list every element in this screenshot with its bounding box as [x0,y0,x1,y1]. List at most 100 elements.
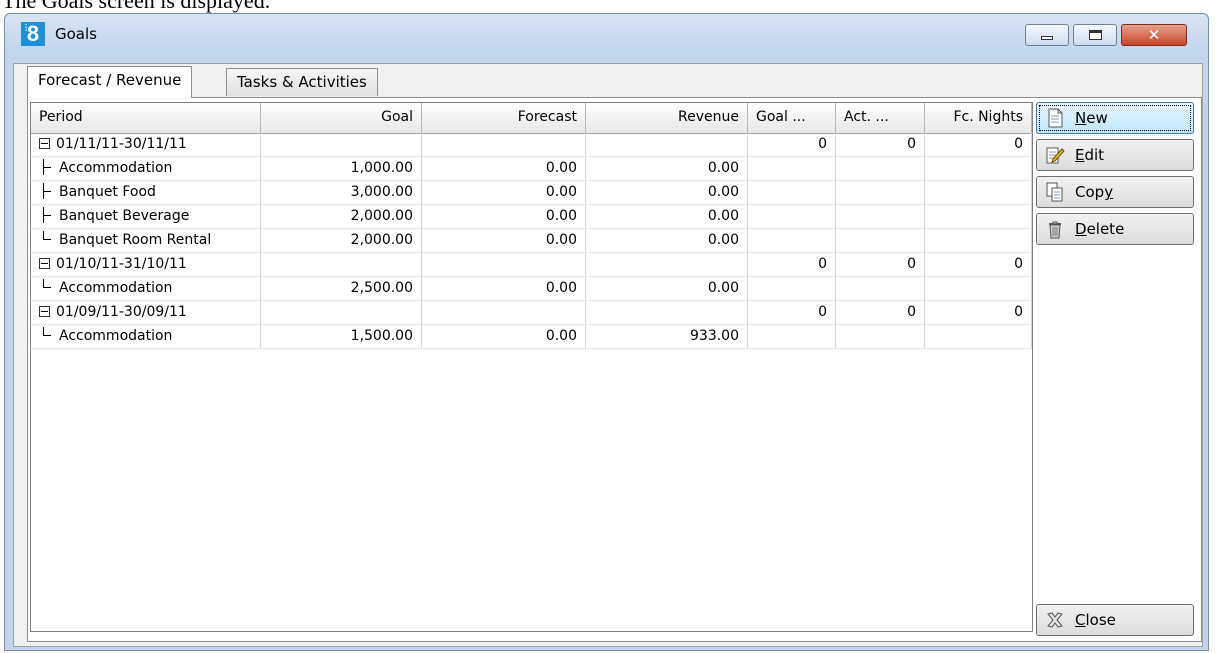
goal-cell: 2,000.00 [261,205,422,229]
edit-button[interactable]: Edit [1036,139,1194,171]
revenue-cell: 0.00 [586,181,748,205]
goal-cell-text: 3,000.00 [350,184,413,200]
table-row[interactable]: Banquet Room Rental 2,000.00 0.00 0.00 [31,229,1032,253]
close-button[interactable]: Close [1036,604,1194,636]
goal-nights-cell: 0 [748,301,836,325]
period-cell-text: Banquet Room Rental [59,232,212,248]
caption-text: The Goals screen is displayed. [2,0,271,13]
actual-cell [836,277,925,301]
actual-cell: 0 [836,133,925,157]
goal-cell [261,301,422,325]
group-row[interactable]: 01/11/11-30/11/11 0 0 0 [31,133,1032,157]
table-row[interactable]: Banquet Food 3,000.00 0.00 0.00 [31,181,1032,205]
goal-nights-cell-text: 0 [818,136,827,152]
column-header-period[interactable]: Period [31,103,261,133]
revenue-cell [586,301,748,325]
collapse-icon[interactable] [39,138,50,149]
forecast-cell: 0.00 [422,157,586,181]
tree-line-icon [41,159,53,175]
new-button[interactable]: New [1036,102,1194,134]
fc-nights-cell [925,157,1032,181]
window-close-button[interactable]: ✕ [1121,24,1187,46]
tree-line-icon [41,207,53,223]
close-x-icon: ✕ [1147,26,1161,44]
table-row[interactable]: Accommodation 1,500.00 0.00 933.00 [31,325,1032,349]
revenue-cell-text: 0.00 [707,184,739,200]
column-header-revenue[interactable]: Revenue [586,103,748,133]
close-x-icon [1047,612,1063,628]
fc-nights-cell [925,229,1032,253]
period-cell-text: Banquet Food [59,184,156,200]
goal-nights-cell [748,229,836,253]
title-bar[interactable]: ⋮ 8 Goals ✕ [5,14,1208,54]
revenue-cell: 0.00 [586,157,748,181]
column-header-goal[interactable]: Goal [261,103,422,133]
actual-cell: 0 [836,301,925,325]
new-button-label: ew [1086,109,1108,127]
forecast-cell: 0.00 [422,205,586,229]
fc-nights-cell-text: 0 [1014,256,1023,272]
forecast-cell [422,253,586,277]
column-header-forecast[interactable]: Forecast [422,103,586,133]
goal-cell: 1,500.00 [261,325,422,349]
period-cell: Accommodation [31,157,261,181]
actual-cell [836,181,925,205]
goal-cell [261,133,422,157]
forecast-cell: 0.00 [422,277,586,301]
table-row[interactable]: Banquet Beverage 2,000.00 0.00 0.00 [31,205,1032,229]
copy-icon [1046,182,1063,202]
collapse-icon[interactable] [39,306,50,317]
minimize-button[interactable] [1025,24,1069,46]
revenue-cell [586,133,748,157]
actual-cell: 0 [836,253,925,277]
goal-nights-cell [748,157,836,181]
goal-nights-cell [748,277,836,301]
content-panel: Forecast / Revenue Tasks & Activities Pe… [13,63,1203,647]
goals-window: ⋮ 8 Goals ✕ Forecast / Revenue Tasks & Ac… [4,13,1209,651]
forecast-cell-text: 0.00 [545,208,577,224]
tab-tasks-activities[interactable]: Tasks & Activities [226,68,378,96]
actual-cell [836,325,925,349]
copy-button[interactable]: Copy [1036,176,1194,208]
document-icon [1048,108,1063,128]
goal-cell [261,253,422,277]
goals-grid[interactable]: Period Goal Forecast Revenue Goal ... Ac… [30,102,1033,632]
goal-cell: 3,000.00 [261,181,422,205]
column-header-goal-nights[interactable]: Goal ... [748,103,836,133]
table-row[interactable]: Accommodation 1,000.00 0.00 0.00 [31,157,1032,181]
period-cell: 01/11/11-30/11/11 [31,133,261,157]
fc-nights-cell-text: 0 [1014,304,1023,320]
forecast-cell [422,133,586,157]
maximize-button[interactable] [1073,24,1117,46]
fc-nights-cell [925,205,1032,229]
tab-forecast-revenue[interactable]: Forecast / Revenue [27,66,193,98]
group-row[interactable]: 01/10/11-31/10/11 0 0 0 [31,253,1032,277]
grid-header: Period Goal Forecast Revenue Goal ... Ac… [31,103,1032,134]
group-row[interactable]: 01/09/11-30/09/11 0 0 0 [31,301,1032,325]
goal-cell: 1,000.00 [261,157,422,181]
period-cell-text: Banquet Beverage [59,208,190,224]
goal-nights-cell-text: 0 [818,256,827,272]
fc-nights-cell [925,325,1032,349]
table-row[interactable]: Accommodation 2,500.00 0.00 0.00 [31,277,1032,301]
goal-cell: 2,000.00 [261,229,422,253]
actual-cell [836,157,925,181]
fc-nights-cell [925,181,1032,205]
delete-button-label: elete [1086,220,1125,238]
column-header-actual[interactable]: Act. ... [836,103,925,133]
goal-cell-text: 2,500.00 [350,280,413,296]
tree-line-icon [41,327,53,343]
forecast-cell-text: 0.00 [545,184,577,200]
column-header-fc-nights[interactable]: Fc. Nights [925,103,1032,133]
goal-cell-text: 1,500.00 [350,328,413,344]
goal-cell-text: 2,000.00 [350,208,413,224]
fc-nights-cell: 0 [925,301,1032,325]
actual-cell [836,205,925,229]
tree-line-icon [41,279,53,295]
delete-button[interactable]: Delete [1036,213,1194,245]
collapse-icon[interactable] [39,258,50,269]
period-cell-text: Accommodation [59,160,173,176]
period-cell-text: 01/11/11-30/11/11 [56,136,187,152]
forecast-cell-text: 0.00 [545,160,577,176]
period-cell: Accommodation [31,325,261,349]
